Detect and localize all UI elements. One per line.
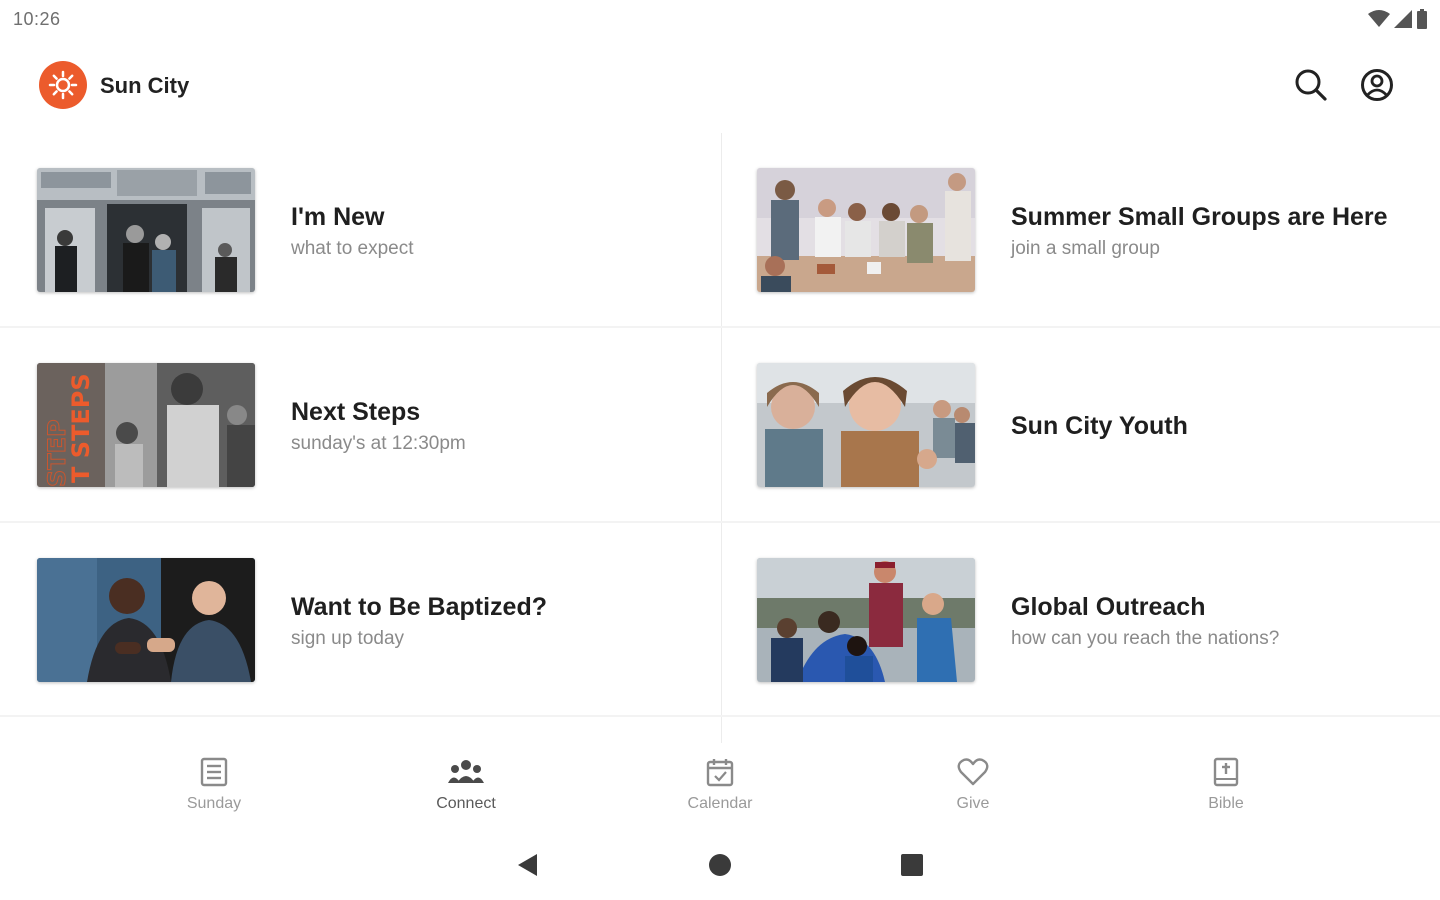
nav-label: Calendar (687, 795, 753, 812)
card-subtitle: what to expect (291, 238, 414, 259)
document-icon (200, 757, 228, 787)
nav-item-give[interactable]: Give (913, 757, 1033, 821)
card-title: I'm New (291, 203, 385, 231)
group-icon (448, 760, 484, 783)
welcome-entrance-photo (37, 168, 255, 292)
search-icon (1295, 69, 1327, 101)
calendar-icon (706, 759, 734, 787)
card-subtitle: sign up today (291, 628, 405, 649)
nav-label: Give (956, 795, 990, 812)
card-next-steps[interactable]: T STEPS STEP Next Steps sunday's at 12:3… (0, 328, 720, 523)
bottom-navigation: Sunday Connect Calendar Give Bible (0, 745, 1440, 830)
app-title: Sun City (100, 73, 190, 98)
status-icons (1368, 9, 1428, 29)
home-button[interactable] (705, 850, 735, 880)
recents-button[interactable] (897, 850, 927, 880)
nav-item-connect[interactable]: Connect (406, 757, 526, 821)
card-summer-small-groups[interactable]: Summer Small Groups are Here join a smal… (720, 133, 1440, 328)
next-steps-image-text: T STEPS (67, 373, 95, 483)
card-title: Global Outreach (1011, 593, 1206, 621)
card-subtitle: join a small group (1011, 238, 1160, 259)
small-group-table-photo (757, 168, 975, 292)
cell-signal-icon (1394, 10, 1412, 28)
sun-icon (48, 70, 78, 100)
next-steps-photo: T STEPS STEP (37, 363, 255, 487)
account-button[interactable] (1358, 66, 1396, 104)
card-title: Next Steps (291, 398, 421, 426)
wifi-icon (1368, 10, 1390, 27)
home-icon (709, 854, 731, 876)
card-sun-city-youth[interactable]: Sun City Youth (720, 328, 1440, 523)
bible-icon (1213, 757, 1239, 787)
back-button[interactable] (512, 850, 542, 880)
card-title: Summer Small Groups are Here (1011, 203, 1388, 231)
battery-icon (1417, 9, 1427, 29)
heart-icon (957, 758, 989, 786)
back-icon (518, 854, 537, 876)
system-navigation (0, 840, 1440, 890)
status-time: 10:26 (13, 9, 61, 29)
card-want-to-be-baptized[interactable]: Want to Be Baptized? sign up today (0, 523, 720, 718)
card-subtitle: how can you reach the nations? (1011, 628, 1280, 649)
nav-label: Sunday (186, 795, 242, 812)
card-subtitle: sunday's at 12:30pm (291, 433, 466, 454)
nav-item-calendar[interactable]: Calendar (660, 757, 780, 821)
recents-icon (901, 854, 923, 876)
card-im-new[interactable]: I'm New what to expect (0, 133, 720, 328)
svg-text:STEP: STEP (43, 419, 71, 487)
app-logo[interactable] (39, 61, 87, 109)
nav-item-bible[interactable]: Bible (1166, 757, 1286, 821)
card-global-outreach[interactable]: Global Outreach how can you reach the na… (720, 523, 1440, 718)
nav-item-sunday[interactable]: Sunday (154, 757, 274, 821)
card-title: Want to Be Baptized? (291, 593, 548, 621)
baptism-laughing-photo (37, 558, 255, 682)
nav-label: Bible (1208, 795, 1244, 812)
connect-grid: I'm New what to expect Summer Small Grou… (0, 133, 1440, 743)
account-circle-icon (1361, 69, 1393, 101)
youth-selfie-photo (757, 363, 975, 487)
app-bar: Sun City (0, 50, 1440, 122)
search-button[interactable] (1292, 66, 1330, 104)
nav-label: Connect (436, 795, 496, 812)
outreach-group-photo (757, 558, 975, 682)
status-bar: 10:26 (0, 0, 1440, 38)
card-title: Sun City Youth (1011, 412, 1188, 440)
